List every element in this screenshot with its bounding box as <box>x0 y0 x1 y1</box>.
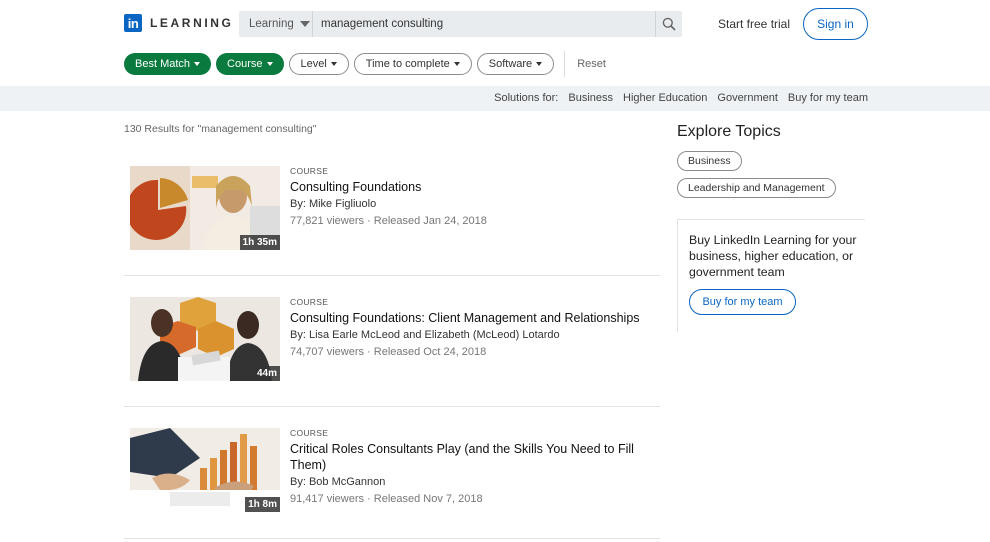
solutions-link-government[interactable]: Government <box>717 92 778 104</box>
course-thumbnail[interactable]: 1h 8m <box>130 428 280 512</box>
course-title[interactable]: Consulting Foundations: Client Managemen… <box>290 310 650 326</box>
course-thumbnail[interactable]: 1h 35m <box>130 166 280 250</box>
filter-label: Course <box>227 58 263 70</box>
course-duration: 1h 8m <box>245 497 280 512</box>
course-type: COURSE <box>290 166 329 176</box>
caret-down-icon <box>453 62 460 66</box>
filter-label: Time to complete <box>365 58 450 70</box>
filter-course[interactable]: Course <box>216 53 284 75</box>
search-icon <box>662 17 676 31</box>
topic-business[interactable]: Business <box>677 151 742 171</box>
search-category-dropdown[interactable]: Learning <box>239 11 313 37</box>
filter-software[interactable]: Software <box>476 53 555 75</box>
course-duration: 44m <box>253 366 280 381</box>
course-author: By: Mike Figliuolo <box>290 198 377 210</box>
search-input[interactable] <box>313 11 655 37</box>
caret-down-icon <box>266 62 273 66</box>
solutions-link-buy-for-my-team[interactable]: Buy for my team <box>788 92 868 104</box>
result-item: 1h 8m COURSE Critical Roles Consultants … <box>124 428 660 539</box>
header: in LEARNING Learning Start free trial Si… <box>0 0 990 48</box>
promo-text: Buy LinkedIn Learning for your business,… <box>689 233 857 279</box>
filter-best-match[interactable]: Best Match <box>124 53 212 75</box>
course-meta: COURSE Consulting Foundations: Client Ma… <box>290 297 650 358</box>
course-stats: 91,417 viewers · Released Nov 7, 2018 <box>290 493 483 505</box>
filter-divider <box>564 51 566 77</box>
filter-bar: Best Match Course Level Time to complete… <box>124 51 610 77</box>
course-meta: COURSE Critical Roles Consultants Play (… <box>290 428 650 505</box>
reset-filters-button[interactable]: Reset <box>573 58 610 70</box>
caret-down-icon <box>194 62 201 66</box>
sign-in-button[interactable]: Sign in <box>803 8 868 40</box>
course-stats: 77,821 viewers · Released Jan 24, 2018 <box>290 215 487 227</box>
result-item: 1h 35m COURSE Consulting Foundations By:… <box>124 166 660 276</box>
course-stats: 74,707 viewers · Released Oct 24, 2018 <box>290 346 487 358</box>
filter-time-to-complete[interactable]: Time to complete <box>353 53 472 75</box>
caret-down-icon <box>330 62 337 66</box>
solutions-link-business[interactable]: Business <box>568 92 613 104</box>
explore-topics-title: Explore Topics <box>677 123 781 140</box>
course-meta: COURSE Consulting Foundations By: Mike F… <box>290 166 650 227</box>
course-author: By: Bob McGannon <box>290 476 386 488</box>
result-item: 44m COURSE Consulting Foundations: Clien… <box>124 297 660 407</box>
linkedin-learning-logo[interactable]: in LEARNING <box>124 14 233 32</box>
course-title[interactable]: Critical Roles Consultants Play (and the… <box>290 441 650 473</box>
search-bar: Learning <box>239 11 682 37</box>
promo-card: Buy LinkedIn Learning for your business,… <box>677 219 865 332</box>
filter-label: Best Match <box>135 58 191 70</box>
topic-leadership-and-management[interactable]: Leadership and Management <box>677 178 836 198</box>
search-button[interactable] <box>655 11 682 37</box>
caret-down-icon <box>536 62 543 66</box>
course-author: By: Lisa Earle McLeod and Elizabeth (McL… <box>290 329 560 341</box>
buy-for-my-team-button[interactable]: Buy for my team <box>689 289 796 315</box>
start-free-trial-link[interactable]: Start free trial <box>718 17 790 31</box>
solutions-label: Solutions for: <box>494 92 559 104</box>
course-type: COURSE <box>290 297 329 307</box>
logo-text: LEARNING <box>150 16 234 30</box>
solutions-bar: Solutions for: Business Higher Education… <box>0 86 990 111</box>
results-count: 130 Results for "management consulting" <box>124 123 317 135</box>
filter-label: Software <box>488 58 533 70</box>
course-title[interactable]: Consulting Foundations <box>290 179 650 195</box>
filter-level[interactable]: Level <box>288 53 349 75</box>
course-thumbnail[interactable]: 44m <box>130 297 280 381</box>
course-duration: 1h 35m <box>239 235 280 250</box>
search-category-label: Learning <box>249 18 294 30</box>
linkedin-in-icon: in <box>124 14 142 32</box>
filter-label: Level <box>300 58 327 70</box>
chevron-down-icon <box>299 21 310 27</box>
course-type: COURSE <box>290 428 329 438</box>
solutions-link-higher-education[interactable]: Higher Education <box>623 92 707 104</box>
